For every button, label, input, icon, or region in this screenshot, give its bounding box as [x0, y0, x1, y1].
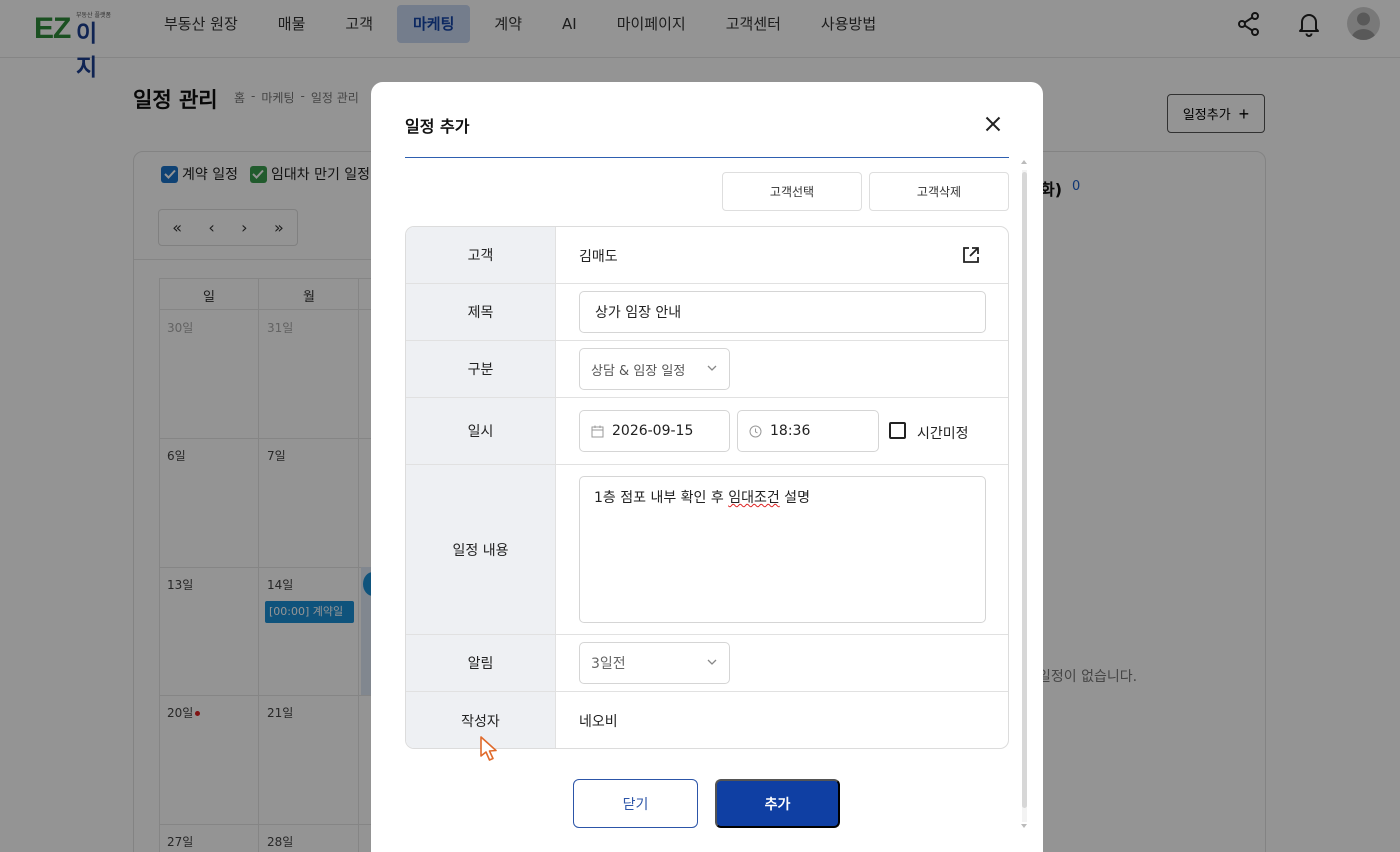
delete-customer-button[interactable]: 고객삭제: [869, 172, 1009, 211]
mouse-cursor-icon: [480, 736, 497, 761]
customer-value: 김매도: [579, 249, 618, 265]
form-row-category: 구분 상담 & 임장 일정: [406, 341, 1008, 398]
content-textarea[interactable]: 1층 점포 내부 확인 후 임대조건 설명: [579, 476, 986, 623]
form-row-customer: 고객 김매도: [406, 227, 1008, 284]
time-undecided-checkbox[interactable]: [889, 422, 906, 439]
select-customer-button[interactable]: 고객선택: [722, 172, 862, 211]
title-input[interactable]: 상가 임장 안내: [579, 291, 986, 333]
modal-scrollbar[interactable]: [1020, 160, 1028, 830]
form-row-alarm: 알림 3일전: [406, 635, 1008, 692]
scroll-up-arrow[interactable]: [1021, 160, 1027, 164]
scroll-down-arrow[interactable]: [1021, 824, 1027, 828]
time-undecided-label: 시간미정: [917, 426, 969, 442]
content-text-end: 설명: [779, 490, 810, 506]
category-select[interactable]: 상담 & 임장 일정: [579, 348, 730, 390]
date-input[interactable]: 2026-09-15: [579, 410, 730, 452]
alarm-label: 알림: [406, 635, 556, 691]
scroll-thumb[interactable]: [1022, 172, 1027, 808]
calendar-icon: [591, 425, 604, 437]
title-label: 제목: [406, 284, 556, 340]
title-input-value: 상가 임장 안내: [595, 305, 682, 321]
alarm-select[interactable]: 3일전: [579, 642, 730, 684]
customer-label: 고객: [406, 227, 556, 283]
time-input[interactable]: 18:36: [737, 410, 879, 452]
add-schedule-modal: 일정 추가 고객선택 고객삭제 고객 김매도 제목 상가 임장 안내 구분 상담…: [371, 82, 1043, 852]
chevron-down-icon: [707, 365, 717, 371]
close-icon[interactable]: [981, 112, 1005, 136]
date-input-value: 2026-09-15: [612, 423, 694, 439]
schedule-form: 고객 김매도 제목 상가 임장 안내 구분 상담 & 임장 일정 일시 2026…: [405, 226, 1009, 749]
author-value: 네오비: [579, 714, 618, 730]
category-label: 구분: [406, 341, 556, 397]
form-row-content: 일정 내용 1층 점포 내부 확인 후 임대조건 설명: [406, 465, 1008, 635]
close-button[interactable]: 닫기: [573, 779, 698, 828]
content-text-misspelled: 임대조건: [728, 490, 780, 506]
category-select-value: 상담 & 임장 일정: [591, 363, 686, 379]
time-input-value: 18:36: [770, 423, 811, 439]
external-link-icon[interactable]: [961, 245, 981, 265]
clock-icon: [749, 425, 762, 437]
chevron-down-icon: [707, 659, 717, 665]
content-text-start: 1층 점포 내부 확인 후: [594, 490, 729, 506]
content-label: 일정 내용: [406, 465, 556, 634]
modal-title: 일정 추가: [405, 117, 470, 136]
add-button[interactable]: 추가: [715, 779, 840, 828]
title-divider: [405, 157, 1009, 158]
alarm-select-value: 3일전: [591, 656, 626, 672]
form-row-title: 제목 상가 임장 안내: [406, 284, 1008, 341]
datetime-label: 일시: [406, 398, 556, 464]
form-row-datetime: 일시 2026-09-15 18:36 시간미정: [406, 398, 1008, 465]
